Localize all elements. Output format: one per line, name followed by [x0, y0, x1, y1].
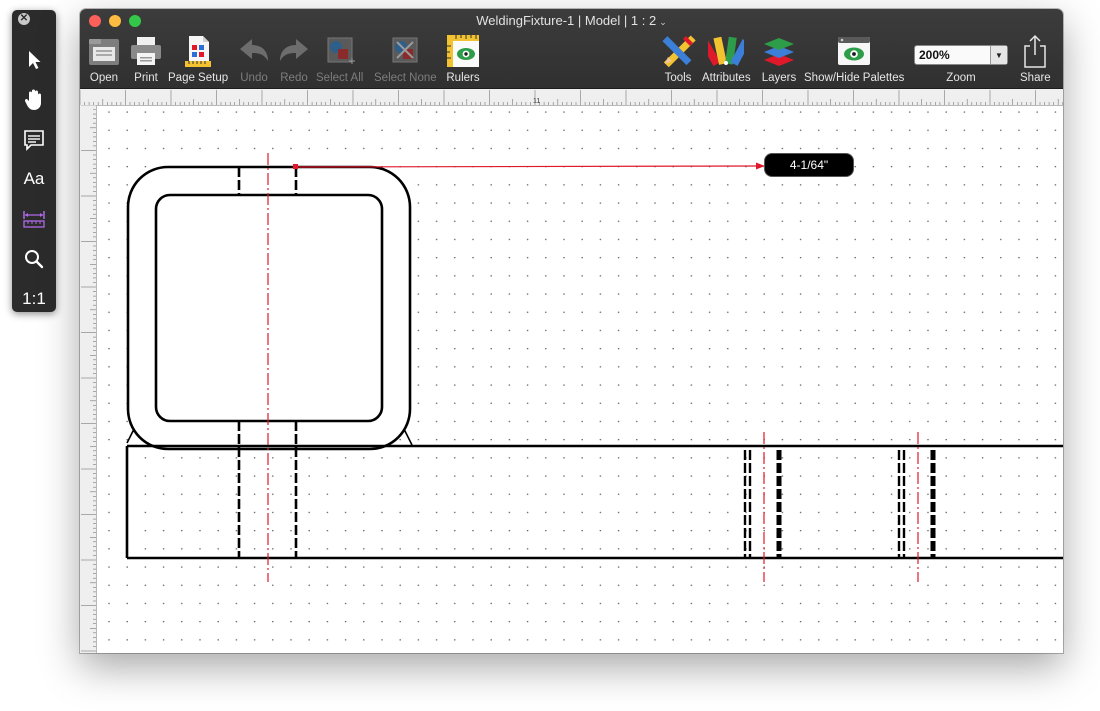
select-none-label: Select None [374, 72, 437, 84]
title-toolbar: WeldingFixture-1 | Model | 1 : 2⌄ Open [80, 9, 1063, 89]
annotation-tool[interactable] [12, 122, 56, 158]
print-label: Print [134, 72, 158, 84]
zoom-select[interactable]: 200% ▼ [914, 45, 1008, 65]
layers-label: Layers [761, 72, 797, 84]
chevron-down-icon: ▼ [990, 46, 1007, 64]
comment-icon [24, 130, 44, 151]
palette-eye-icon [838, 37, 871, 65]
arrow-pointer-icon [29, 51, 41, 69]
dimension-ruler-icon [23, 211, 45, 228]
rulers-label: Rulers [446, 72, 480, 84]
undo-button[interactable]: Undo [237, 33, 271, 84]
open-label: Open [89, 72, 119, 84]
pencil-ruler-icon [662, 35, 696, 68]
text-tool-label: Aa [23, 169, 45, 188]
undo-label: Undo [240, 72, 268, 84]
tools-button[interactable]: Tools [660, 33, 696, 84]
redo-button[interactable]: Redo [277, 33, 311, 84]
share-button[interactable]: Share [1020, 33, 1051, 84]
pan-tool[interactable] [12, 82, 56, 118]
layers-button[interactable]: Layers [761, 33, 797, 84]
drawing-canvas[interactable] [97, 106, 1063, 653]
actual-size-tool[interactable]: 1:1 [12, 281, 56, 317]
print-button[interactable]: Print [129, 33, 163, 84]
window-title[interactable]: WeldingFixture-1 | Model | 1 : 2 ⌄ [80, 13, 1063, 28]
hand-icon [24, 89, 41, 110]
folder-icon [89, 39, 119, 65]
square-tube-profile [126, 165, 413, 451]
vertical-ruler[interactable] [80, 104, 97, 653]
document-window: WeldingFixture-1 | Model | 1 : 2⌄ Open [80, 9, 1063, 653]
share-icon [1024, 34, 1047, 68]
rulers-icon [447, 35, 479, 67]
show-hide-palettes-button[interactable]: Show/Hide Palettes [804, 33, 904, 84]
layers-stack-icon [764, 38, 794, 66]
arrow-tool[interactable] [12, 42, 56, 78]
redo-label: Redo [280, 72, 308, 84]
window-title-text: WeldingFixture-1 | Model | 1 : 2 [476, 13, 657, 28]
select-all-button[interactable]: Select All [316, 33, 363, 84]
undo-arrow-icon [240, 39, 268, 61]
attributes-button[interactable]: Attributes [702, 33, 751, 84]
select-all-icon [327, 37, 355, 64]
magnifier-icon [25, 250, 44, 269]
attributes-label: Attributes [702, 72, 751, 84]
page-setup-button[interactable]: Page Setup [168, 33, 228, 84]
select-none-icon [392, 37, 418, 63]
select-none-button[interactable]: Select None [374, 33, 437, 84]
color-swatches-icon [708, 36, 745, 66]
select-all-label: Select All [316, 72, 364, 84]
rulers-button[interactable]: Rulers [446, 33, 480, 84]
show-hide-palettes-label: Show/Hide Palettes [804, 72, 905, 84]
page-setup-label: Page Setup [168, 72, 229, 84]
tools-label: Tools [664, 72, 692, 84]
open-button[interactable]: Open [87, 33, 121, 84]
horizontal-ruler[interactable]: 11 [80, 89, 1063, 106]
palette-close-icon[interactable]: ✕ [18, 13, 30, 25]
zoom-tool[interactable] [12, 241, 56, 277]
ruler-mark-label: 11 [533, 98, 540, 105]
zoom-label: Zoom [946, 72, 976, 84]
printer-icon [131, 37, 161, 65]
zoom-value: 200% [919, 48, 950, 62]
zoom-control: 200% ▼ Zoom [914, 33, 1008, 84]
tool-palette: ✕ Aa 1:1 [12, 10, 56, 312]
dimension-label[interactable]: 4-1/64" [765, 154, 853, 176]
redo-arrow-icon [280, 39, 308, 61]
dimension-tool[interactable] [12, 201, 56, 237]
actual-size-label: 1:1 [22, 289, 46, 308]
chevron-down-icon: ⌄ [659, 17, 667, 27]
text-tool[interactable]: Aa [12, 161, 56, 197]
share-label: Share [1020, 72, 1051, 84]
page-setup-icon [185, 36, 212, 67]
